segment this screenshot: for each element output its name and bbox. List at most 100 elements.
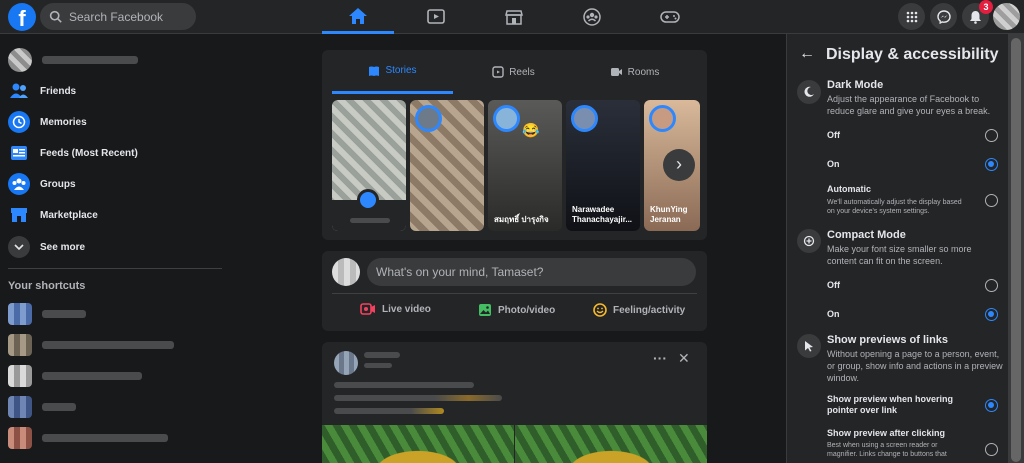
messenger-button[interactable] bbox=[930, 3, 957, 30]
notifications-button[interactable]: 3 bbox=[962, 0, 993, 30]
chevron-right-icon: › bbox=[676, 154, 682, 174]
shortcut-avatar bbox=[8, 334, 32, 356]
story-name: KhunYing Jeranan bbox=[650, 205, 688, 224]
story-card[interactable] bbox=[410, 100, 484, 231]
story-avatar bbox=[415, 105, 442, 132]
dark-mode-off-label: Off bbox=[827, 130, 840, 140]
shortcut-name-blurred bbox=[42, 341, 174, 349]
nav-gaming-tab[interactable] bbox=[634, 0, 706, 34]
sidebar-item-memories[interactable]: Memories bbox=[8, 108, 87, 136]
feeling-activity-button[interactable]: Feeling/activity bbox=[593, 303, 685, 317]
stories-next-button[interactable]: › bbox=[663, 149, 695, 181]
dark-mode-on-radio[interactable] bbox=[985, 158, 998, 171]
nav-home-tab[interactable] bbox=[322, 0, 394, 34]
shortcut-item[interactable] bbox=[8, 331, 174, 359]
preview-click-description: Best when using a screen reader or magni… bbox=[827, 442, 947, 458]
whats-on-your-mind-input[interactable]: What's on your mind, Tamaset? bbox=[367, 258, 696, 286]
photo-icon bbox=[479, 304, 491, 316]
marketplace-icon bbox=[8, 204, 30, 226]
tab-reels[interactable]: Reels bbox=[453, 50, 574, 94]
post-text-blurred bbox=[334, 408, 444, 414]
dark-mode-description: Adjust the appearance of Facebook to red… bbox=[827, 94, 991, 116]
emoji-icon: 😂 bbox=[522, 122, 540, 138]
sidebar-item-friends[interactable]: Friends bbox=[8, 77, 76, 105]
sidebar-item-label: See more bbox=[40, 241, 86, 253]
dark-mode-automatic-radio[interactable] bbox=[985, 194, 998, 207]
shortcut-item[interactable] bbox=[8, 362, 142, 390]
search-placeholder: Search Facebook bbox=[69, 9, 164, 24]
preview-click-radio[interactable] bbox=[985, 443, 998, 456]
video-camera-icon bbox=[610, 68, 622, 76]
link-previews-heading: Show previews of links bbox=[827, 334, 949, 346]
dark-mode-automatic-description: We'll automatically adjust the display b… bbox=[827, 199, 962, 215]
post-image[interactable] bbox=[515, 425, 707, 463]
account-avatar[interactable] bbox=[993, 3, 1020, 30]
compact-mode-icon bbox=[797, 229, 821, 253]
dark-mode-automatic-label: Automatic bbox=[827, 184, 872, 194]
shortcut-item[interactable] bbox=[8, 393, 76, 421]
nav-groups-tab[interactable] bbox=[556, 0, 628, 34]
messenger-icon bbox=[936, 9, 951, 24]
create-story-card[interactable] bbox=[332, 100, 406, 231]
live-video-button[interactable]: Live video bbox=[360, 303, 431, 315]
moon-icon bbox=[797, 80, 821, 104]
profile-name-blurred bbox=[42, 56, 138, 64]
search-input[interactable]: Search Facebook bbox=[40, 3, 196, 30]
shortcut-name-blurred bbox=[42, 310, 86, 318]
grid-menu-icon bbox=[906, 11, 917, 22]
shortcut-avatar bbox=[8, 303, 32, 325]
post-image[interactable] bbox=[322, 425, 514, 463]
more-options-icon[interactable]: ··· bbox=[653, 350, 667, 366]
live-video-icon bbox=[360, 303, 375, 315]
post-time-blurred bbox=[364, 363, 392, 368]
menu-grid-button[interactable] bbox=[898, 3, 925, 30]
shortcut-avatar bbox=[8, 396, 32, 418]
post-author-blurred bbox=[364, 352, 400, 358]
compact-mode-off-label: Off bbox=[827, 280, 840, 290]
compact-mode-off-radio[interactable] bbox=[985, 279, 998, 292]
story-card[interactable]: 😂 สมฤทธิ์ ปารุงกิจ bbox=[488, 100, 562, 231]
sidebar-item-marketplace[interactable]: Marketplace bbox=[8, 201, 98, 229]
profile-link[interactable] bbox=[8, 46, 138, 74]
shortcut-item[interactable] bbox=[8, 300, 86, 328]
top-navigation-bar: f Search Facebook 3 bbox=[0, 0, 1024, 34]
feed-post-card: ··· ✕ bbox=[322, 342, 707, 463]
sidebar-item-label: Feeds (Most Recent) bbox=[40, 147, 138, 159]
story-card[interactable]: Narawadee Thanachayajir... bbox=[566, 100, 640, 231]
gaming-icon bbox=[660, 11, 680, 23]
shortcut-name-blurred bbox=[42, 403, 76, 411]
tab-rooms[interactable]: Rooms bbox=[574, 50, 695, 94]
chevron-down-icon bbox=[8, 236, 30, 258]
shortcut-name-blurred bbox=[42, 434, 168, 442]
link-previews-description: Without opening a page to a person, even… bbox=[827, 349, 1003, 383]
cursor-icon bbox=[797, 334, 821, 358]
tab-stories[interactable]: Stories bbox=[332, 50, 453, 94]
panel-scrollbar-thumb[interactable] bbox=[1011, 38, 1021, 462]
book-icon bbox=[369, 66, 380, 76]
compact-mode-description: Make your font size smaller so more cont… bbox=[827, 244, 972, 266]
preview-hover-label: Show preview when hovering pointer over … bbox=[827, 394, 954, 415]
story-avatar bbox=[493, 105, 520, 132]
left-sidebar: Friends Memories Feeds (Most Recent) Gro… bbox=[0, 34, 230, 463]
nav-marketplace-tab[interactable] bbox=[478, 0, 550, 34]
action-label: Feeling/activity bbox=[613, 304, 686, 316]
photo-video-button[interactable]: Photo/video bbox=[478, 303, 555, 317]
preview-hover-radio[interactable] bbox=[985, 399, 998, 412]
dark-mode-off-radio[interactable] bbox=[985, 129, 998, 142]
story-name: Narawadee Thanachayajir... bbox=[572, 205, 633, 224]
facebook-logo-icon[interactable]: f bbox=[8, 3, 36, 31]
compact-mode-heading: Compact Mode bbox=[827, 229, 906, 241]
back-arrow-icon[interactable]: ← bbox=[799, 45, 815, 63]
plus-icon bbox=[357, 189, 379, 211]
sidebar-item-groups[interactable]: Groups bbox=[8, 170, 76, 198]
reels-icon bbox=[492, 66, 504, 78]
dark-mode-on-label: On bbox=[827, 159, 840, 169]
close-icon[interactable]: ✕ bbox=[678, 350, 690, 367]
sidebar-item-feeds[interactable]: Feeds (Most Recent) bbox=[8, 139, 138, 167]
see-more-button[interactable]: See more bbox=[8, 233, 85, 261]
compact-mode-on-radio[interactable] bbox=[985, 308, 998, 321]
nav-watch-tab[interactable] bbox=[400, 0, 472, 34]
shortcut-item[interactable] bbox=[8, 424, 168, 452]
sidebar-item-label: Friends bbox=[40, 85, 77, 97]
stories-card: Stories Reels Rooms 😂 สมฤทธิ์ ปารุงกิจ N… bbox=[322, 50, 707, 240]
